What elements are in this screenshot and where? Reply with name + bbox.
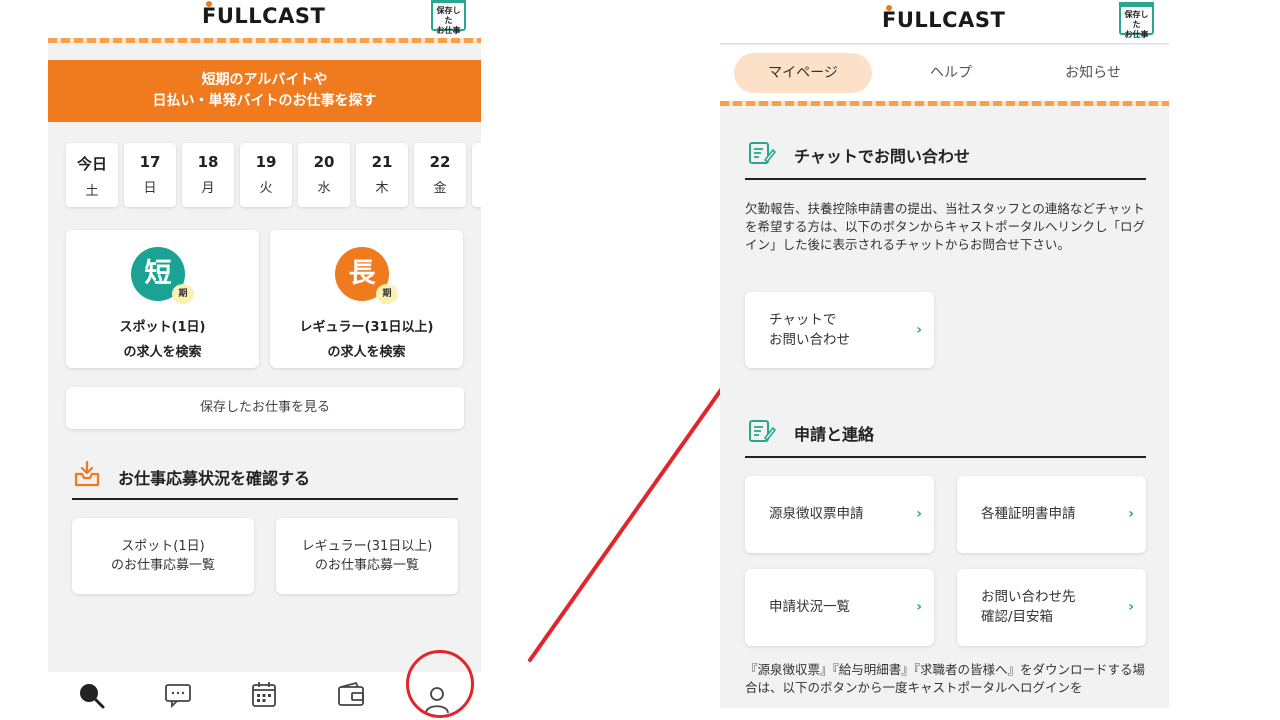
section-divider xyxy=(745,456,1146,458)
chat-section-title: チャットでお問い合わせ xyxy=(794,147,970,166)
section-divider xyxy=(745,178,1146,180)
document-edit-icon xyxy=(749,420,776,442)
withholding-slip-request-button[interactable]: 源泉徴収票申請 › xyxy=(745,476,934,553)
chevron-right-icon: › xyxy=(916,599,922,615)
chevron-right-icon: › xyxy=(916,506,922,522)
header-stripe xyxy=(720,101,1169,106)
chat-description: 欠勤報告、扶養控除申請書の提出、当社スタッフとの連絡などチャットを希望する方は、… xyxy=(745,201,1146,252)
top-tabs: マイページ ヘルプ お知らせ xyxy=(720,45,1169,101)
tab-help[interactable]: ヘルプ xyxy=(882,53,1020,93)
certificate-request-button[interactable]: 各種証明書申請 › xyxy=(957,476,1146,553)
bottom-tab-bar xyxy=(720,708,1169,720)
saved-jobs-icon[interactable]: 保存した お仕事 xyxy=(1119,2,1154,39)
right-screen: FULLCAST 保存した お仕事 マイページ ヘルプ お知らせ チャットでお問い… xyxy=(720,0,1169,720)
contact-suggestion-box-button[interactable]: お問い合わせ先 確認/目安箱 › xyxy=(957,569,1146,646)
chevron-right-icon: › xyxy=(1128,599,1134,615)
chevron-right-icon: › xyxy=(1128,506,1134,522)
apply-section-title: 申請と連絡 xyxy=(794,425,875,444)
header: FULLCAST 保存した お仕事 xyxy=(720,0,1169,44)
chevron-right-icon: › xyxy=(916,322,922,338)
tab-mypage[interactable]: マイページ xyxy=(734,53,872,93)
document-edit-icon xyxy=(749,142,776,164)
application-status-list-button[interactable]: 申請状況一覧 › xyxy=(745,569,934,646)
fullcast-logo[interactable]: FULLCAST xyxy=(882,5,1005,32)
tab-notifications[interactable]: お知らせ xyxy=(1024,53,1162,93)
download-note: 『源泉徴収票』『給与明細書』『求職者の皆様へ』をダウンロードする場合は、以下のボ… xyxy=(745,662,1145,695)
chat-inquiry-button[interactable]: チャットで お問い合わせ › xyxy=(745,292,934,368)
